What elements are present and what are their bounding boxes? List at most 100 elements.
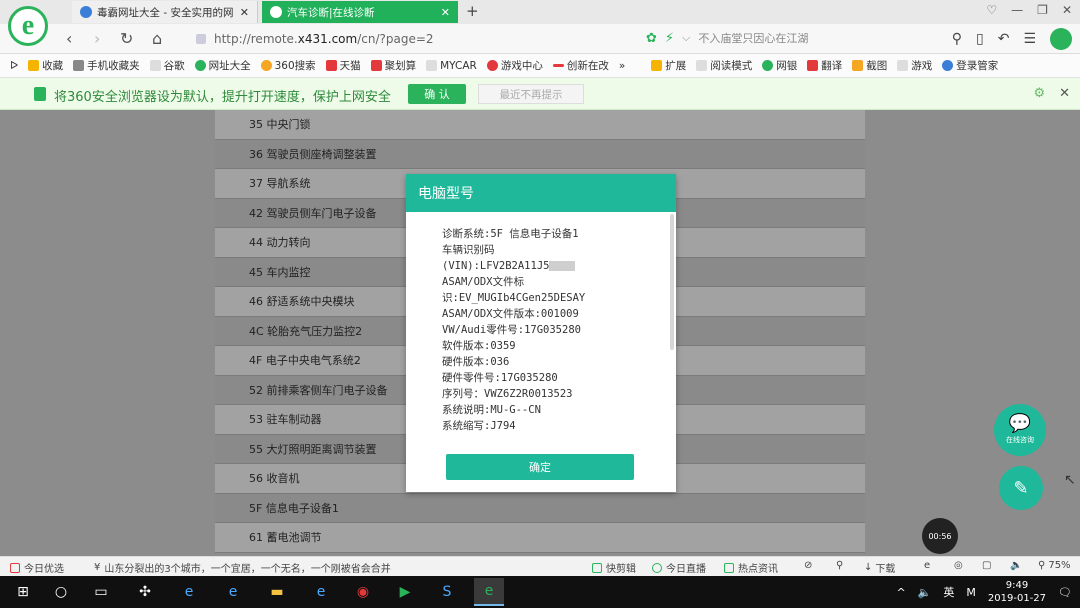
notification-message: 将360安全浏览器设为默认，提升打开速度，保护上网安全 [54, 90, 391, 105]
download-icon: ↓ [864, 562, 873, 573]
clock[interactable]: 9:49 2019-01-27 [988, 579, 1046, 605]
notification-actions: ⚙ ✕ [1033, 86, 1070, 101]
url-input[interactable]: http://remote. x431.com/cn/?page=2 [196, 28, 636, 50]
ie-icon[interactable]: e [178, 582, 200, 602]
bookmark-item[interactable]: 天猫 [325, 58, 361, 73]
volume-icon[interactable]: 🔈 [918, 586, 932, 599]
search-hint[interactable]: 不入庙堂只因心在江湖 [698, 30, 808, 46]
news-ticker[interactable]: ¥ 山东分裂出的3个城市，一个宜居，一个无名，一个刚被省会合并 [94, 560, 391, 575]
minimize-icon[interactable]: — [1011, 3, 1023, 17]
close-window-icon[interactable]: ✕ [1062, 3, 1072, 17]
dialog-ok-button[interactable]: 确定 [446, 454, 634, 480]
sogou-icon[interactable]: S [436, 582, 458, 602]
cortana-icon[interactable]: ○ [50, 582, 72, 602]
dialog-info-line: 识:EV_MUGIb4CGen25DESAY [442, 292, 586, 304]
speed-mode-icon[interactable]: ⚡ [665, 31, 674, 46]
toolbar-item[interactable]: 网银 [762, 58, 797, 73]
dropdown-chevron-icon[interactable]: ⌵ [682, 31, 690, 45]
task-view-icon[interactable]: ▭ [90, 582, 112, 602]
reload-icon[interactable]: ↻ [120, 29, 133, 48]
ie-icon-2[interactable]: e [310, 582, 332, 602]
play-store-icon[interactable]: ▶ [394, 582, 416, 602]
ime-mode-icon[interactable]: M [966, 586, 976, 599]
phone-icon[interactable]: ▯ [976, 31, 984, 47]
search-icon[interactable]: ⚲ [952, 31, 962, 47]
undo-icon[interactable]: ↶ [998, 31, 1010, 47]
bookmark-item[interactable]: 游戏中心 [486, 58, 543, 73]
pin-icon[interactable]: ⚲ [836, 560, 843, 571]
edit-button[interactable]: ✎ [999, 466, 1043, 510]
dialog-info-line: VW/Audi零件号:17G035280 [442, 324, 581, 336]
toolbar-item[interactable]: 扩展 [651, 58, 686, 73]
skin-icon[interactable]: ♡ [986, 3, 997, 17]
close-tab-icon[interactable]: ✕ [441, 6, 450, 19]
tab-duba[interactable]: 毒霸网址大全 - 安全实用的网址 ✕ [72, 1, 258, 23]
pinwheel-app-icon[interactable]: ✣ [134, 582, 156, 602]
edge-icon[interactable]: e [222, 582, 244, 602]
online-consult-button[interactable]: 💬 在线咨询 [994, 404, 1046, 456]
ie-mode-icon[interactable]: ◎ [954, 560, 963, 571]
dialog-scrollbar[interactable] [670, 214, 674, 350]
toolbar-item[interactable]: 截图 [852, 58, 887, 73]
default-browser-notification: 将360安全浏览器设为默认，提升打开速度，保护上网安全 确 认 最近不再提示 ⚙… [0, 78, 1080, 110]
toolbar-item[interactable]: 游戏 [897, 58, 932, 73]
system-list-row[interactable]: 61 蓄电池调节 [215, 523, 865, 553]
sound-icon[interactable]: 🔈 [1010, 560, 1022, 571]
bookmark-item[interactable]: 谷歌 [149, 58, 185, 73]
360-browser-taskbar-icon[interactable]: e [474, 578, 504, 606]
confirm-button[interactable]: 确 认 [408, 84, 466, 104]
tmall-icon [325, 60, 337, 71]
close-tab-icon[interactable]: ✕ [240, 6, 249, 19]
assistant-icon[interactable] [1050, 28, 1072, 50]
forward-icon[interactable]: › [94, 29, 100, 48]
windows-start-icon[interactable]: ⊞ [12, 582, 34, 602]
login-manager-icon [942, 60, 954, 71]
maximize-icon[interactable]: ❐ [1037, 3, 1048, 17]
bookmark-item[interactable]: 手机收藏夹 [73, 58, 140, 73]
security-shield-icon[interactable]: ✿ [646, 31, 657, 46]
chrome-icon[interactable]: ◉ [352, 582, 374, 602]
toolbar-item[interactable]: 登录管家 [942, 58, 998, 73]
bookmark-item[interactable]: 聚划算 [370, 58, 416, 73]
status-item[interactable]: 热点资讯 [724, 560, 778, 575]
bookmark-item[interactable]: MYCAR [426, 60, 477, 72]
status-item[interactable]: 今日直播 [652, 560, 706, 575]
file-explorer-icon[interactable]: ▬ [266, 582, 288, 602]
bookmark-item[interactable]: 创新在改 [552, 58, 609, 73]
notification-center-icon[interactable]: 🗨 [1058, 586, 1072, 599]
url-prefix: http://remote. [214, 32, 298, 46]
tab-car-diagnosis[interactable]: 汽车诊断|在线诊断 ✕ [262, 1, 458, 23]
status-item[interactable]: 快剪辑 [592, 560, 636, 575]
toolbar-item[interactable]: 翻译 [807, 58, 842, 73]
settings-gear-icon[interactable]: ⚙ [1033, 86, 1045, 101]
sidebar-toggle-icon[interactable]: ᐅ [10, 60, 18, 72]
home-icon[interactable]: ⌂ [152, 29, 162, 48]
360-browser-logo-icon[interactable]: e [8, 6, 48, 46]
back-icon[interactable]: ‹ [66, 29, 72, 48]
download-item[interactable]: ↓ 下载 [864, 560, 895, 575]
site-info-icon[interactable] [196, 34, 206, 44]
live-icon [652, 562, 662, 573]
toolbar-item[interactable]: 阅读模式 [696, 58, 752, 73]
more-bookmarks-icon[interactable]: » [619, 60, 625, 72]
tray-expand-icon[interactable]: ^ [896, 586, 905, 599]
window-icon[interactable]: ▢ [982, 560, 991, 571]
new-tab-button[interactable]: + [466, 2, 479, 20]
speed-icon[interactable]: ⊘ [804, 560, 812, 571]
bookmark-item[interactable]: 360搜索 [260, 58, 316, 73]
system-list-row[interactable]: 36 驾驶员侧座椅调整装置 [215, 139, 865, 169]
chat-bubble-icon: 💬 [1008, 413, 1032, 434]
bookmark-item[interactable]: 网址大全 [194, 58, 251, 73]
bookmark-item[interactable]: 收藏 [28, 58, 63, 73]
menu-icon[interactable]: ☰ [1023, 31, 1036, 47]
dont-remind-button[interactable]: 最近不再提示 [478, 84, 584, 104]
today-picks[interactable]: 今日优选 [10, 560, 64, 575]
browser-mini-icon[interactable]: e [924, 560, 930, 571]
zoom-control[interactable]: ⚲ 75% [1038, 560, 1071, 571]
system-list-row[interactable]: 5F 信息电子设备1 [215, 493, 865, 523]
system-list-row[interactable]: 35 中央门锁 [215, 110, 865, 140]
screenshot-icon [852, 60, 864, 71]
close-notification-icon[interactable]: ✕ [1059, 86, 1070, 101]
ime-indicator[interactable]: 英 [943, 584, 954, 600]
address-bar: ‹ › ↻ ⌂ http://remote. x431.com/cn/?page=… [0, 24, 1080, 54]
